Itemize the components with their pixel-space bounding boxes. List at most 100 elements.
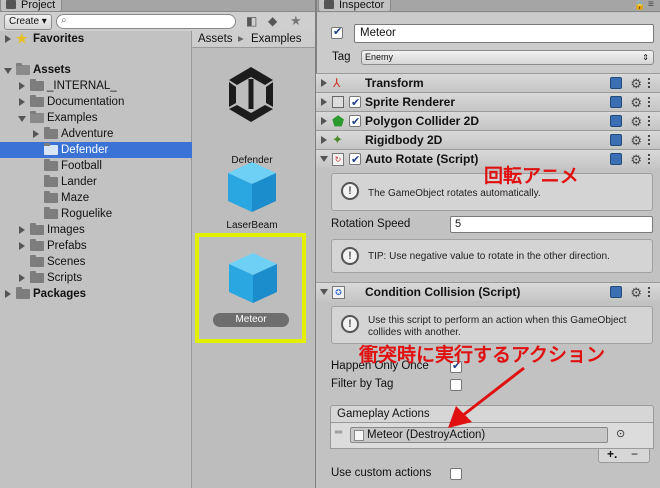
help-icon[interactable] bbox=[610, 153, 622, 165]
tree-prefabs-label: Prefabs bbox=[47, 240, 87, 252]
tree-roguelike[interactable]: Roguelike bbox=[0, 206, 192, 222]
tree-defender-label: Defender bbox=[61, 144, 109, 156]
gear-icon[interactable]: ⚙ bbox=[630, 75, 642, 93]
folder-icon bbox=[6, 0, 16, 9]
panel-menu-icon[interactable]: ≡ bbox=[648, 0, 654, 10]
component-condition-collision[interactable]: ✪ Condition Collision (Script) ⚙ bbox=[316, 282, 660, 301]
collapse-arrow-icon[interactable] bbox=[18, 116, 26, 122]
create-button[interactable]: Create ▾ bbox=[4, 14, 52, 30]
gear-icon[interactable]: ⚙ bbox=[630, 94, 642, 112]
asset-laserbeam[interactable]: LaserBeam bbox=[212, 158, 292, 238]
folder-icon bbox=[30, 111, 44, 123]
add-action-button[interactable]: +. bbox=[607, 447, 617, 461]
tree-roguelike-label: Roguelike bbox=[61, 208, 113, 220]
component-menu-icon[interactable] bbox=[648, 154, 656, 164]
gear-icon[interactable]: ⚙ bbox=[630, 284, 642, 302]
scene-filter-icon[interactable]: ◧ bbox=[246, 14, 257, 28]
lock-icon[interactable]: 🔒 bbox=[634, 0, 645, 11]
filter-tag-label: Filter by Tag bbox=[331, 378, 394, 390]
asset-meteor[interactable]: Meteor bbox=[195, 233, 306, 343]
tree-prefabs[interactable]: Prefabs bbox=[0, 238, 192, 254]
gear-icon[interactable]: ⚙ bbox=[630, 132, 642, 150]
help-icon[interactable] bbox=[610, 115, 622, 127]
tree-favorites[interactable]: ★ Favorites bbox=[0, 31, 192, 47]
component-rigidbody[interactable]: ✦ Rigidbody 2D ⚙ bbox=[316, 130, 660, 149]
help-icon[interactable] bbox=[610, 77, 622, 89]
search-icon: ⌕ bbox=[61, 15, 67, 26]
help-icon[interactable] bbox=[610, 286, 622, 298]
component-transform[interactable]: ⅄ Transform ⚙ bbox=[316, 73, 660, 92]
tree-images[interactable]: Images bbox=[0, 222, 192, 238]
asset-defender[interactable]: Defender bbox=[212, 61, 292, 169]
component-menu-icon[interactable] bbox=[648, 97, 656, 107]
condition-info-line1: Use this script to perform an action whe… bbox=[368, 315, 627, 326]
expand-arrow-icon[interactable] bbox=[5, 290, 11, 298]
asset-browser: Assets ▸ Examples Defender LaserBeam Met… bbox=[192, 31, 316, 488]
tree-adventure[interactable]: Adventure bbox=[0, 126, 192, 142]
expand-arrow-icon[interactable] bbox=[321, 117, 327, 125]
remove-action-button[interactable]: − bbox=[631, 447, 638, 461]
expand-arrow-icon[interactable] bbox=[19, 274, 25, 282]
tree-documentation[interactable]: Documentation bbox=[0, 94, 192, 110]
component-menu-icon[interactable] bbox=[648, 135, 656, 145]
component-menu-icon[interactable] bbox=[648, 287, 656, 297]
folder-icon bbox=[16, 63, 30, 75]
folder-icon bbox=[30, 255, 44, 267]
tree-lander[interactable]: Lander bbox=[0, 174, 192, 190]
tag-dropdown[interactable]: Enemy ⇕ bbox=[361, 50, 654, 65]
gear-icon[interactable]: ⚙ bbox=[630, 151, 642, 169]
tree-scripts-label: Scripts bbox=[47, 272, 83, 284]
component-title: Rigidbody 2D bbox=[365, 133, 443, 147]
gear-icon[interactable]: ⚙ bbox=[630, 113, 642, 131]
drag-handle-icon[interactable]: ═ bbox=[335, 427, 342, 438]
expand-arrow-icon[interactable] bbox=[19, 98, 25, 106]
expand-arrow-icon[interactable] bbox=[321, 98, 327, 106]
collapse-arrow-icon[interactable] bbox=[320, 289, 328, 295]
tree-examples[interactable]: Examples bbox=[0, 110, 192, 126]
object-name-field[interactable]: Meteor bbox=[354, 24, 654, 43]
tree-scenes[interactable]: Scenes bbox=[0, 254, 192, 270]
active-checkbox[interactable] bbox=[331, 25, 343, 39]
expand-arrow-icon[interactable] bbox=[33, 130, 39, 138]
expand-arrow-icon[interactable] bbox=[321, 79, 327, 87]
search-input[interactable]: ⌕ bbox=[56, 14, 236, 29]
enabled-checkbox[interactable] bbox=[349, 113, 361, 131]
component-sprite-renderer[interactable]: Sprite Renderer ⚙ bbox=[316, 92, 660, 112]
help-icon[interactable] bbox=[610, 96, 622, 108]
expand-arrow-icon[interactable] bbox=[19, 242, 25, 250]
object-picker-icon[interactable]: ⊙ bbox=[616, 427, 625, 440]
tree-packages[interactable]: Packages bbox=[0, 286, 192, 302]
annotation-arrow bbox=[448, 366, 525, 428]
component-polygon-collider[interactable]: ⬟ Polygon Collider 2D ⚙ bbox=[316, 111, 660, 131]
rotation-speed-field[interactable]: 5 bbox=[450, 216, 653, 233]
auto-rotate-info-text: The GameObject rotates automatically. bbox=[368, 188, 541, 199]
enabled-checkbox[interactable] bbox=[349, 94, 361, 112]
collapse-arrow-icon[interactable] bbox=[320, 156, 328, 162]
tree-maze[interactable]: Maze bbox=[0, 190, 192, 206]
component-menu-icon[interactable] bbox=[648, 116, 656, 126]
tree-defender[interactable]: Defender bbox=[0, 142, 192, 158]
tree-football[interactable]: Football bbox=[0, 158, 192, 174]
tree-football-label: Football bbox=[61, 160, 102, 172]
help-icon[interactable] bbox=[610, 134, 622, 146]
expand-arrow-icon[interactable] bbox=[5, 35, 11, 43]
tree-assets[interactable]: Assets bbox=[0, 62, 192, 78]
enabled-checkbox[interactable] bbox=[349, 151, 361, 169]
project-toolbar: Create ▾ ⌕ ◧ ◆ ★ bbox=[0, 12, 316, 32]
custom-actions-checkbox[interactable] bbox=[450, 468, 462, 480]
expand-arrow-icon[interactable] bbox=[19, 82, 25, 90]
tab-inspector[interactable]: Inspector bbox=[318, 0, 392, 12]
breadcrumb-examples[interactable]: Examples bbox=[251, 31, 302, 47]
tree-scripts[interactable]: Scripts bbox=[0, 270, 192, 286]
star-icon: ★ bbox=[16, 31, 28, 46]
expand-arrow-icon[interactable] bbox=[19, 226, 25, 234]
breadcrumb-assets[interactable]: Assets bbox=[198, 31, 233, 47]
rigidbody-icon: ✦ bbox=[332, 132, 343, 147]
tab-project[interactable]: Project bbox=[0, 0, 63, 12]
component-menu-icon[interactable] bbox=[648, 78, 656, 88]
expand-arrow-icon[interactable] bbox=[321, 136, 327, 144]
tree-internal[interactable]: _INTERNAL_ bbox=[0, 78, 192, 94]
collapse-arrow-icon[interactable] bbox=[4, 68, 12, 74]
label-filter-icon[interactable]: ◆ bbox=[268, 14, 277, 28]
star-icon[interactable]: ★ bbox=[290, 13, 302, 29]
